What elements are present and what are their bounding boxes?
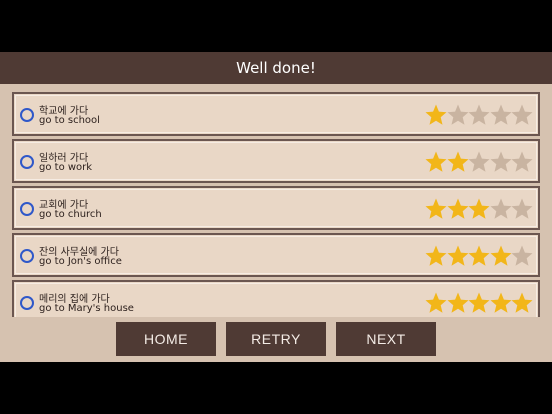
star-rating [424,244,534,268]
star-empty-icon [510,244,534,268]
results-screen: Well done! 학교에 가다 go to school 일하러 가다 go… [0,52,552,362]
item-english: go to Jon's office [39,256,122,267]
star-empty-icon [467,103,491,127]
star-empty-icon [489,103,513,127]
list-item[interactable]: 메리의 집에 가다 go to Mary's house [12,280,540,317]
star-empty-icon [467,150,491,174]
star-filled-icon [467,291,491,315]
star-filled-icon [446,244,470,268]
home-button-label: HOME [144,331,188,347]
star-rating [424,291,534,315]
star-empty-icon [510,150,534,174]
star-filled-icon [467,244,491,268]
star-filled-icon [446,197,470,221]
retry-button-label: RETRY [251,331,301,347]
star-filled-icon [446,291,470,315]
star-filled-icon [489,244,513,268]
radio-button[interactable] [20,108,34,122]
star-filled-icon [510,291,534,315]
star-empty-icon [510,103,534,127]
phrase-list[interactable]: 학교에 가다 go to school 일하러 가다 go to work 교회… [12,92,540,317]
list-item[interactable]: 학교에 가다 go to school [12,92,540,136]
next-button-label: NEXT [366,331,406,347]
header-title: Well done! [236,59,316,77]
radio-button[interactable] [20,296,34,310]
radio-button[interactable] [20,155,34,169]
item-english: go to work [39,162,93,173]
star-filled-icon [424,244,448,268]
item-english: go to church [39,209,102,220]
radio-button[interactable] [20,249,34,263]
star-empty-icon [489,150,513,174]
list-item[interactable]: 교회에 가다 go to church [12,186,540,230]
star-empty-icon [510,197,534,221]
star-filled-icon [446,150,470,174]
list-item[interactable]: 잔의 사무실에 가다 go to Jon's office [12,233,540,277]
next-button[interactable]: NEXT [336,322,436,356]
star-rating [424,150,534,174]
star-empty-icon [446,103,470,127]
retry-button[interactable]: RETRY [226,322,326,356]
star-filled-icon [424,291,448,315]
star-filled-icon [467,197,491,221]
list-item[interactable]: 일하러 가다 go to work [12,139,540,183]
star-filled-icon [489,291,513,315]
star-filled-icon [424,150,448,174]
home-button[interactable]: HOME [116,322,216,356]
radio-button[interactable] [20,202,34,216]
result-header: Well done! [0,52,552,84]
star-empty-icon [489,197,513,221]
star-filled-icon [424,103,448,127]
star-filled-icon [424,197,448,221]
item-english: go to Mary's house [39,303,134,314]
item-english: go to school [39,115,100,126]
star-rating [424,103,534,127]
star-rating [424,197,534,221]
